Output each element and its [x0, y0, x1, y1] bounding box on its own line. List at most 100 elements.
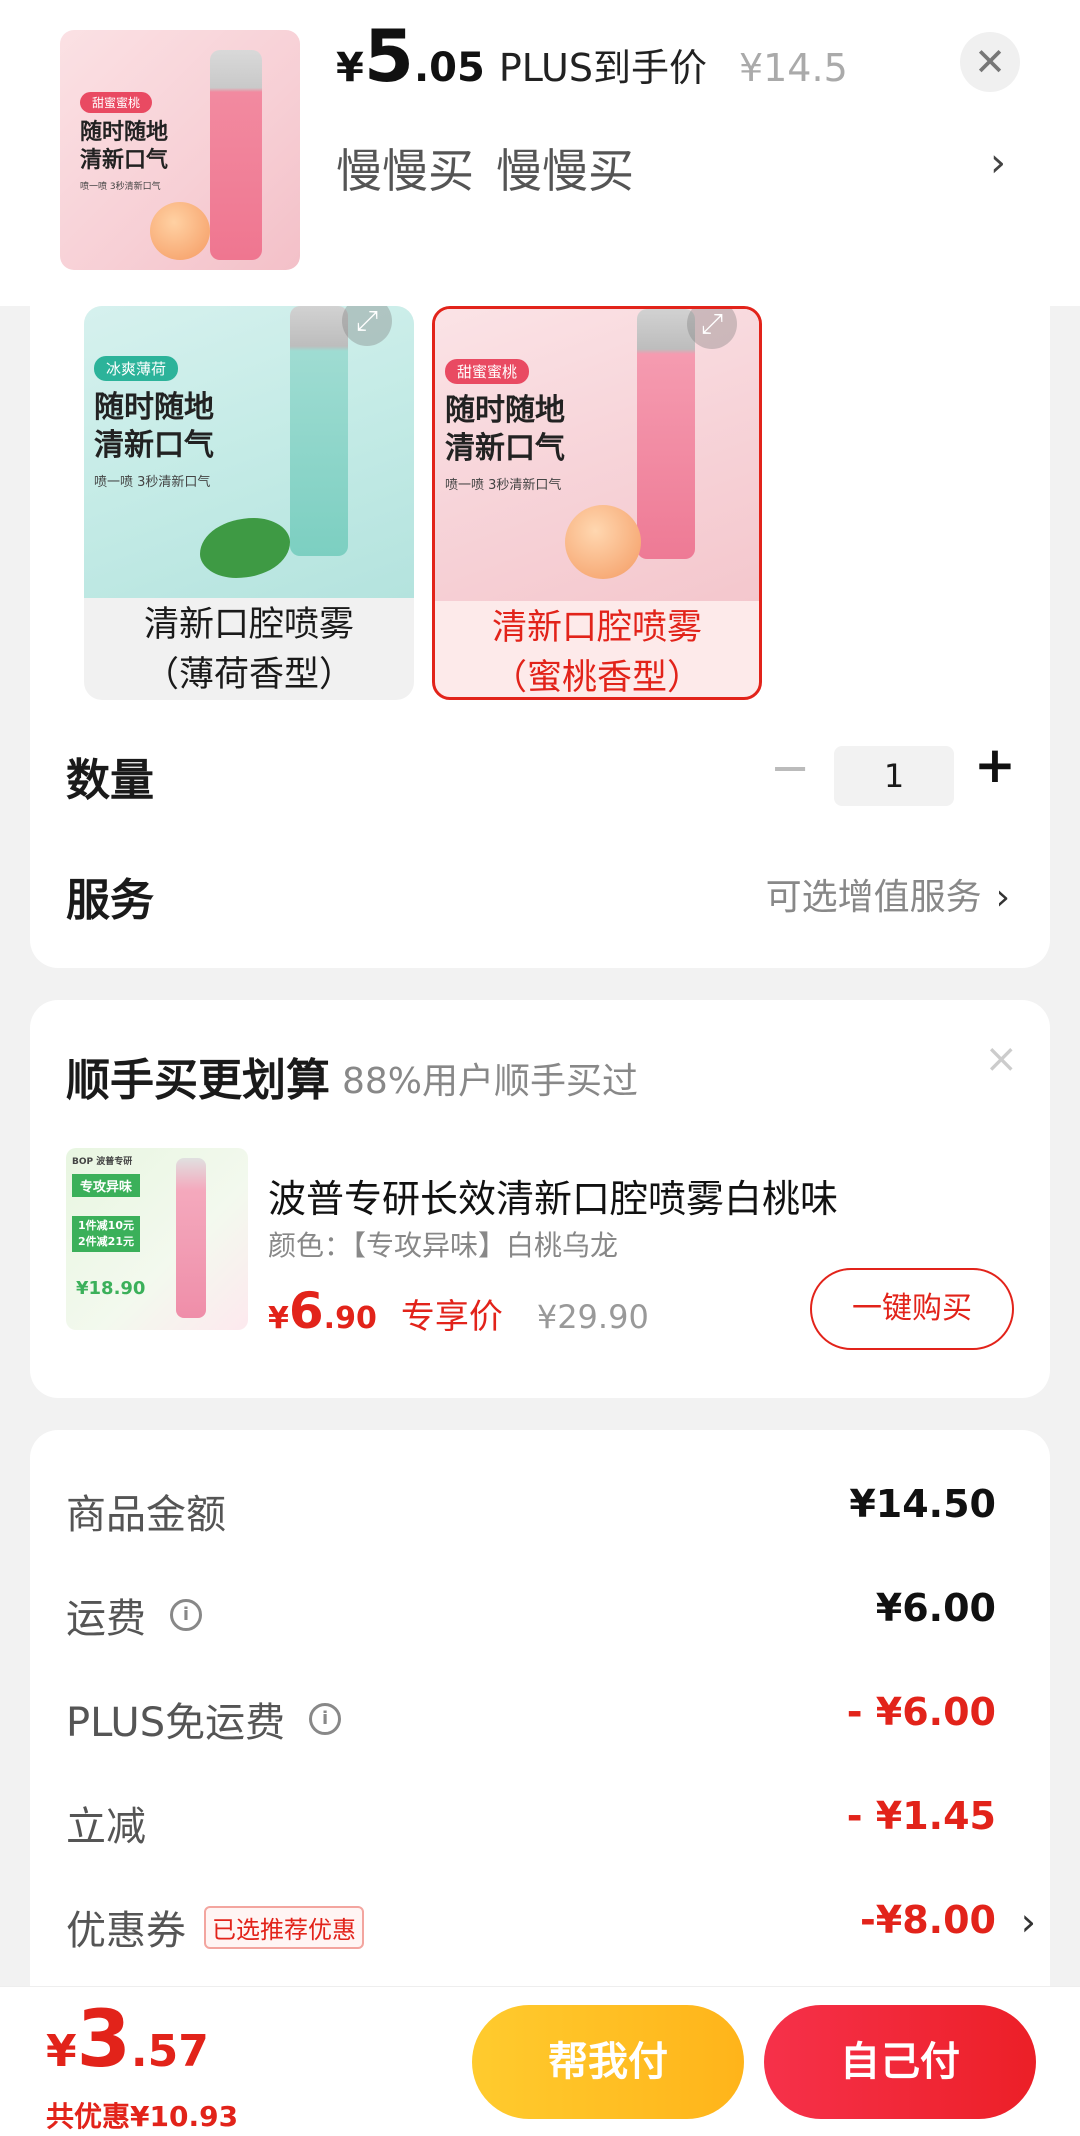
- help-pay-button[interactable]: 帮我付: [472, 2005, 744, 2119]
- service-selector[interactable]: 可选增值服务 ›: [766, 868, 1010, 920]
- option-mint-label-line1: 清新口腔喷雾: [143, 605, 354, 645]
- total-saving: 共优惠¥10.93: [46, 2100, 239, 2133]
- option-peach-image: 甜蜜蜜桃 随时随地 清新口气 喷一喷 3秒清新口气: [435, 309, 759, 601]
- addon-thumb-price: ¥18.90: [76, 1278, 146, 1299]
- fee-label: 优惠券 已选推荐优惠: [66, 1898, 364, 1956]
- option-peach-title-line1: 随时随地: [445, 393, 565, 428]
- price-decimal: .05: [413, 45, 485, 91]
- chevron-right-icon[interactable]: ›: [990, 140, 1006, 186]
- mint-bottle-image: [290, 306, 348, 556]
- service-label: 服务: [66, 875, 154, 926]
- addon-subtitle: 88%用户顺手买过: [342, 1061, 639, 1102]
- price-integer: 5: [363, 14, 414, 98]
- bottle-image: [210, 50, 262, 260]
- total-price: ¥ 3 .57: [46, 1995, 209, 2085]
- fee-value: -¥8.00: [860, 1898, 996, 1942]
- original-price: ¥14.5: [738, 46, 848, 90]
- addon-bottle-image: [176, 1158, 206, 1318]
- addon-thumb-line1: 专攻异味: [72, 1174, 140, 1197]
- option-mint-sub: 喷一喷 3秒清新口气: [94, 475, 211, 490]
- addon-price-symbol: ¥: [268, 1301, 289, 1336]
- option-mint-tagline: 冰爽薄荷 随时随地 清新口气 喷一喷 3秒清新口气: [94, 356, 214, 490]
- addon-thumb-line3: 2件减21元: [78, 1235, 134, 1248]
- option-peach-label: 清新口腔喷雾 （蜜桃香型）: [435, 601, 759, 698]
- checkout-bar: ¥ 3 .57 共优惠¥10.93 帮我付 自己付: [0, 1986, 1080, 2136]
- peach-image: [150, 202, 210, 260]
- addon-product-name[interactable]: 波普专研长效清新口腔喷雾白桃味: [268, 1168, 838, 1223]
- option-peach-tag: 甜蜜蜜桃: [445, 359, 530, 384]
- close-icon[interactable]: ×: [984, 1036, 1018, 1082]
- option-peach-sub: 喷一喷 3秒清新口气: [445, 478, 562, 493]
- mint-leaf-image: [200, 518, 290, 578]
- option-peach-label-line2: （蜜桃香型）: [491, 658, 702, 698]
- option-peach-label-line1: 清新口腔喷雾: [491, 608, 702, 648]
- fee-label: PLUS免运费 i: [66, 1690, 342, 1748]
- total-integer: 3: [76, 1995, 131, 2085]
- info-icon[interactable]: i: [170, 1599, 202, 1631]
- option-mint-title: 随时随地 清新口气: [94, 389, 214, 465]
- fee-row-goods: 商品金额 ¥14.50: [66, 1482, 996, 1542]
- addon-thumbnail[interactable]: BOP 波普专研 专攻异味 1件减10元 2件减21元 ¥18.90: [66, 1148, 248, 1330]
- fee-label: 运费 i: [66, 1586, 202, 1644]
- quantity-minus-button[interactable]: −: [770, 740, 810, 796]
- addon-title: 顺手买更划算: [66, 1055, 330, 1106]
- total-decimal: .57: [130, 2026, 209, 2077]
- fee-value: - ¥6.00: [846, 1690, 996, 1734]
- quantity-plus-button[interactable]: +: [974, 736, 1016, 794]
- fee-value: ¥6.00: [875, 1586, 996, 1630]
- thumb-title-line2: 清新口气: [80, 148, 169, 173]
- product-thumbnail[interactable]: 甜蜜蜜桃 随时随地 清新口气 喷一喷 3秒清新口气: [60, 30, 300, 270]
- fee-row-shipping: 运费 i ¥6.00: [66, 1586, 996, 1646]
- selected-variant[interactable]: 慢慢买 慢慢买: [336, 135, 634, 201]
- price-label: PLUS到手价: [498, 46, 707, 90]
- spec-card: 冰爽薄荷 随时随地 清新口气 喷一喷 3秒清新口气 ⤢ 清新口腔喷雾 （薄荷香型…: [30, 240, 1050, 968]
- info-icon[interactable]: i: [309, 1703, 342, 1735]
- option-mint-title-line1: 随时随地: [94, 390, 214, 425]
- total-symbol: ¥: [46, 2026, 77, 2077]
- close-icon: ✕: [974, 40, 1006, 84]
- option-mint[interactable]: 冰爽薄荷 随时随地 清新口气 喷一喷 3秒清新口气 ⤢ 清新口腔喷雾 （薄荷香型…: [84, 306, 414, 700]
- fee-value: ¥14.50: [849, 1482, 996, 1526]
- addon-card: 顺手买更划算 88%用户顺手买过 × BOP 波普专研 专攻异味 1件减10元 …: [30, 1000, 1050, 1398]
- addon-price-label: 专享价: [400, 1297, 503, 1337]
- fee-row-plus-free-shipping: PLUS免运费 i - ¥6.00: [66, 1690, 996, 1750]
- quantity-label: 数量: [66, 755, 154, 806]
- fee-row-discount: 立减 - ¥1.45: [66, 1794, 996, 1854]
- option-peach-title: 随时随地 清新口气: [445, 392, 565, 468]
- coupon-tag: 已选推荐优惠: [204, 1905, 364, 1949]
- fee-label-text: 商品金额: [66, 1492, 226, 1538]
- addon-product-color: 颜色：【专攻异味】白桃乌龙: [268, 1229, 619, 1262]
- option-peach-tagline: 甜蜜蜜桃 随时随地 清新口气 喷一喷 3秒清新口气: [445, 359, 565, 493]
- product-header: 甜蜜蜜桃 随时随地 清新口气 喷一喷 3秒清新口气 ¥ 5 .05 PLUS到手…: [0, 0, 1080, 306]
- option-mint-image: 冰爽薄荷 随时随地 清新口气 喷一喷 3秒清新口气: [84, 306, 414, 598]
- fee-value: - ¥1.45: [846, 1794, 996, 1838]
- fee-label-text: PLUS免运费: [66, 1700, 286, 1746]
- quantity-input[interactable]: 1: [834, 746, 954, 806]
- thumb-sub: 喷一喷 3秒清新口气: [80, 182, 161, 192]
- fee-row-coupon[interactable]: 优惠券 已选推荐优惠 -¥8.00 ›: [66, 1898, 1036, 1958]
- addon-thumb-line2: 1件减10元: [78, 1219, 134, 1232]
- service-value: 可选增值服务: [765, 877, 982, 918]
- addon-price-decimal: .90: [323, 1301, 377, 1336]
- one-click-buy-button[interactable]: 一键购买: [810, 1268, 1014, 1350]
- addon-thumb-brand: BOP 波普专研: [72, 1157, 133, 1167]
- addon-price-integer: 6: [288, 1282, 324, 1340]
- self-pay-button[interactable]: 自己付: [764, 2005, 1036, 2119]
- fee-label: 立减: [66, 1794, 146, 1852]
- variant-word-1: 慢慢买: [336, 144, 474, 198]
- chevron-right-icon[interactable]: ›: [1021, 1900, 1036, 1944]
- thumb-title-line1: 随时随地: [80, 120, 169, 145]
- close-button[interactable]: ✕: [960, 32, 1020, 92]
- option-peach-title-line2: 清新口气: [445, 431, 565, 466]
- fee-label: 商品金额: [66, 1482, 226, 1540]
- option-mint-title-line2: 清新口气: [94, 428, 214, 463]
- option-mint-label-line2: （薄荷香型）: [143, 655, 354, 695]
- plus-price: ¥ 5 .05 PLUS到手价 ¥14.5: [336, 20, 848, 110]
- chevron-right-icon: ›: [995, 877, 1010, 918]
- fee-label-text: 优惠券: [66, 1908, 186, 1954]
- peach-bottle-image: [637, 309, 695, 559]
- price-symbol: ¥: [336, 45, 364, 91]
- thumb-tag: 甜蜜蜜桃: [80, 92, 153, 113]
- peach-fruit-image: [565, 505, 641, 579]
- option-peach[interactable]: 甜蜜蜜桃 随时随地 清新口气 喷一喷 3秒清新口气 ⤢ 清新口腔喷雾 （蜜桃香型…: [432, 306, 762, 700]
